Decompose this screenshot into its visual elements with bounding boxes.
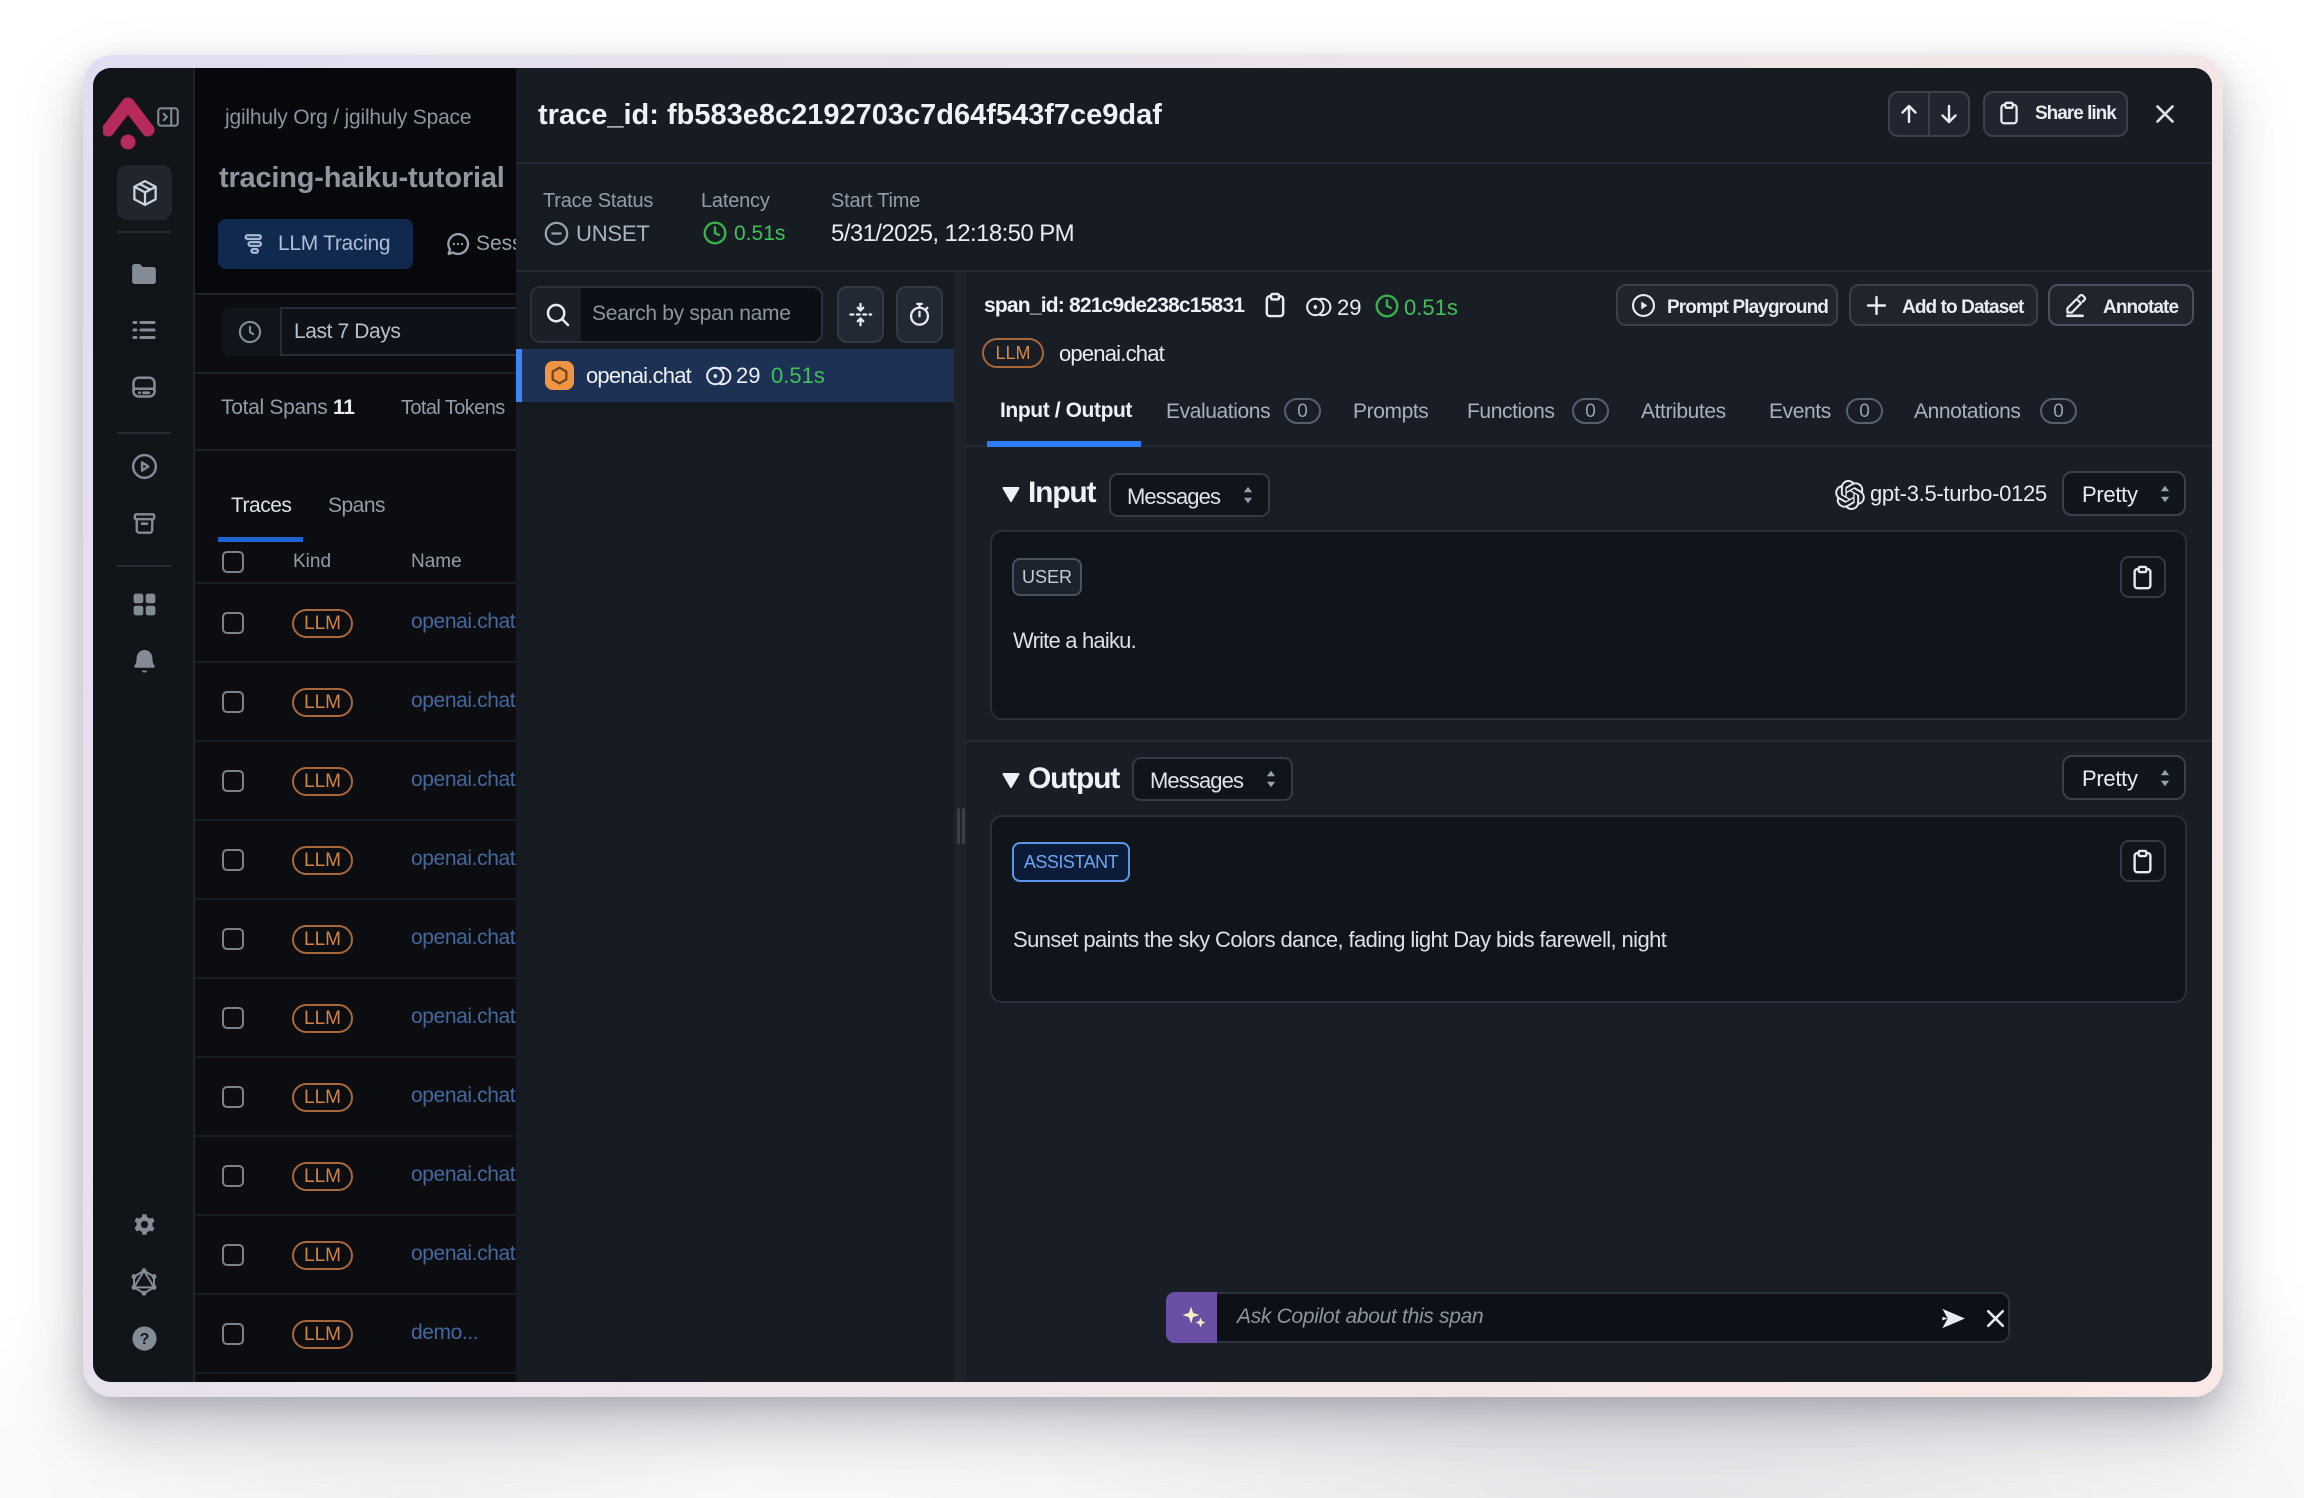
svg-text:?: ? bbox=[140, 1331, 150, 1348]
